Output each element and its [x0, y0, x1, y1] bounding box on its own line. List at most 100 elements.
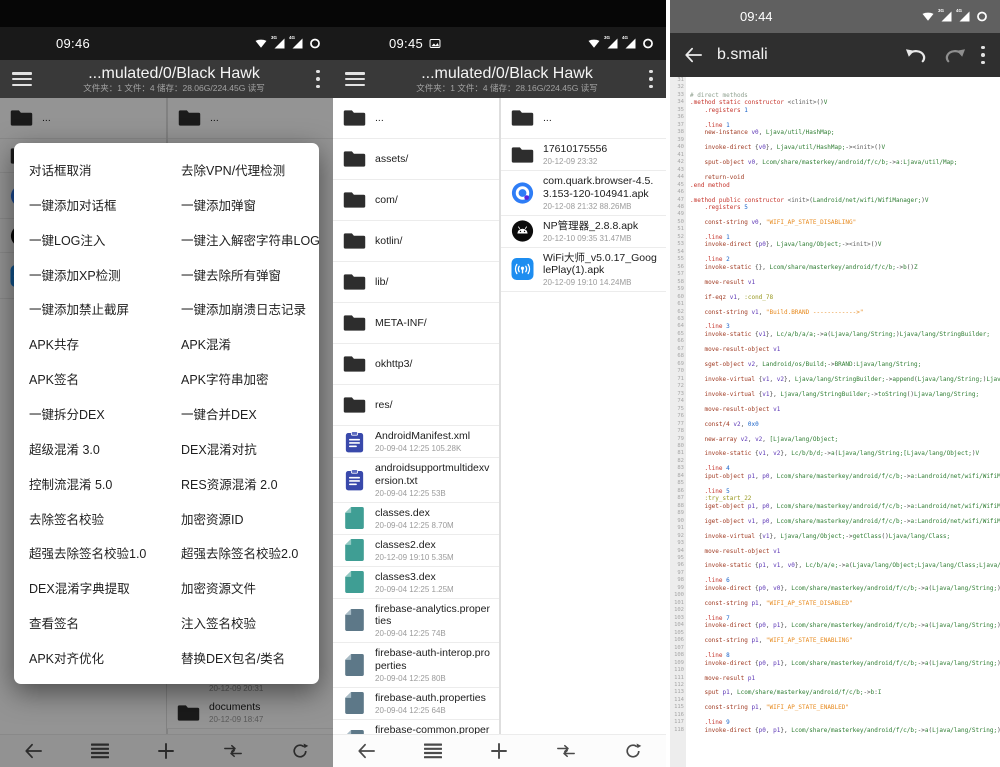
menu-item[interactable]: 一键去除所有弹窗 — [181, 257, 319, 292]
code-line — [690, 316, 1000, 323]
code-line: if-eqz v1, :cond_78 — [690, 294, 1000, 301]
back-arrow-icon[interactable] — [684, 47, 702, 63]
status-bar: 09:46 3G4G — [0, 27, 333, 60]
folder-icon — [341, 107, 367, 129]
menu-item[interactable]: 一键添加弹窗 — [181, 187, 319, 222]
file-row[interactable]: 1761017555620-12-09 23:32 — [501, 139, 666, 171]
code-line: iget-object v1, p0, Lcom/share/masterkey… — [690, 518, 1000, 525]
line-number: 37 — [670, 122, 684, 129]
menu-item[interactable]: 一键添加禁止截屏 — [29, 291, 181, 326]
file-row[interactable]: NP管理器_2.8.8.apk20-12-10 09:35 31.47MB — [501, 216, 666, 248]
code-line: .line 1 — [690, 234, 1000, 241]
refresh-icon[interactable] — [611, 735, 655, 767]
menu-item[interactable]: 超强去除签名校验2.0 — [181, 535, 319, 570]
menu-item[interactable]: DEX混淆对抗 — [181, 431, 319, 466]
line-number: 88 — [670, 503, 684, 510]
file-row[interactable]: AndroidManifest.xml20-09-04 12:25 105.28… — [333, 426, 499, 458]
menu-item[interactable]: 一键注入解密字符串LOG — [181, 222, 319, 257]
file-row[interactable]: assets/ — [333, 139, 499, 180]
menu-item[interactable]: 去除VPN/代理检测 — [181, 152, 319, 187]
menu-item[interactable]: 超强去除签名校验1.0 — [29, 535, 181, 570]
code-line: move-result-object v1 — [690, 406, 1000, 413]
menu-item[interactable]: 一键添加对话框 — [29, 187, 181, 222]
file-row[interactable]: firebase-auth-interop.properties20-09-04… — [333, 643, 499, 688]
code-text: # direct methods.method static construct… — [686, 77, 1000, 767]
menu-item[interactable]: 超级混淆 3.0 — [29, 431, 181, 466]
file-row[interactable]: classes3.dex20-09-04 12:25 1.25M — [333, 567, 499, 599]
file-name: okhttp3/ — [375, 358, 491, 371]
wifi-icon — [922, 11, 934, 22]
menu-item[interactable]: 注入签名校验 — [181, 605, 319, 640]
data-saver-icon — [976, 11, 988, 22]
file-row[interactable]: META-INF/ — [333, 303, 499, 344]
file-row[interactable]: classes2.dex20-12-09 19:10 5.35M — [333, 535, 499, 567]
switch-window-icon[interactable] — [544, 735, 588, 767]
menu-item[interactable]: 对话框取消 — [29, 152, 181, 187]
menu-item[interactable]: 控制流混淆 5.0 — [29, 466, 181, 501]
overflow-menu-icon[interactable] — [649, 70, 654, 89]
line-number: 70 — [670, 368, 684, 375]
code-line: invoke-direct {p0, p1}, Lcom/share/maste… — [690, 727, 1000, 734]
line-number: 57 — [670, 271, 684, 278]
menu-item[interactable]: 加密资源文件 — [181, 570, 319, 605]
hamburger-menu-icon[interactable] — [12, 72, 32, 86]
file-row[interactable]: androidsupportmultidexversion.txt20-09-0… — [333, 458, 499, 503]
menu-item[interactable]: DEX混淆字典提取 — [29, 570, 181, 605]
file-row[interactable]: firebase-common.properties20-09-04 12:25… — [333, 720, 499, 736]
file-row[interactable]: okhttp3/ — [333, 344, 499, 385]
back-icon[interactable] — [344, 735, 388, 767]
overflow-menu-icon[interactable] — [981, 46, 986, 65]
file-row[interactable]: kotlin/ — [333, 221, 499, 262]
undo-icon[interactable] — [905, 48, 928, 63]
file-row[interactable]: ... — [501, 98, 666, 139]
menu-item[interactable]: 一键合并DEX — [181, 396, 319, 431]
menu-item[interactable]: APK签名 — [29, 361, 181, 396]
code-line: const-string p1, "WIFI_AP_STATE_ENABLING… — [690, 637, 1000, 644]
editor-toolbar: b.smali — [670, 33, 1000, 77]
redo-icon[interactable] — [943, 48, 966, 63]
menu-item[interactable]: APK字符串加密 — [181, 361, 319, 396]
file-row[interactable]: ... — [333, 98, 499, 139]
line-number: 56 — [670, 264, 684, 271]
menu-item[interactable]: RES资源混淆 2.0 — [181, 466, 319, 501]
line-number: 111 — [670, 675, 684, 682]
file-row[interactable]: WiFi大师_v5.0.17_GooglePlay(1).apk20-12-09… — [501, 248, 666, 293]
line-number: 109 — [670, 660, 684, 667]
current-path: ...mulated/0/Black Hawk — [371, 65, 643, 83]
menu-item[interactable]: 替换DEX包名/类名 — [181, 640, 319, 675]
file-name: kotlin/ — [375, 235, 491, 248]
menu-item[interactable]: APK混淆 — [181, 326, 319, 361]
menu-item[interactable]: 加密资源ID — [181, 501, 319, 536]
wifi-icon — [255, 38, 267, 49]
menu-item[interactable]: 一键拆分DEX — [29, 396, 181, 431]
list-menu-icon[interactable] — [411, 735, 455, 767]
code-line — [690, 682, 1000, 689]
menu-item[interactable]: APK对齐优化 — [29, 640, 181, 675]
file-row[interactable]: res/ — [333, 385, 499, 426]
file-row[interactable]: lib/ — [333, 262, 499, 303]
file-row[interactable]: firebase-auth.properties20-09-04 12:25 6… — [333, 688, 499, 720]
file-row[interactable]: com.quark.browser-4.5.3.153-120-104941.a… — [501, 171, 666, 216]
signal-3g-icon: 3G — [273, 38, 285, 49]
line-number: 103 — [670, 615, 684, 622]
file-row[interactable]: firebase-analytics.properties20-09-04 12… — [333, 599, 499, 644]
code-line: .line 2 — [690, 256, 1000, 263]
file-row[interactable]: classes.dex20-09-04 12:25 8.70M — [333, 503, 499, 535]
menu-item[interactable]: APK共存 — [29, 326, 181, 361]
code-editor-area[interactable]: 3132333435363738394041424344454647484950… — [670, 77, 1000, 767]
top-black-strip — [0, 0, 333, 27]
hamburger-menu-icon[interactable] — [345, 72, 365, 86]
line-number: 31 — [670, 77, 684, 84]
code-line — [690, 77, 1000, 84]
line-number: 92 — [670, 533, 684, 540]
menu-item[interactable]: 一键添加崩溃日志记录 — [181, 291, 319, 326]
menu-item[interactable]: 一键添加XP检测 — [29, 257, 181, 292]
add-icon[interactable] — [477, 735, 521, 767]
menu-item[interactable]: 一键LOG注入 — [29, 222, 181, 257]
overflow-menu-icon[interactable] — [316, 70, 321, 89]
file-name: classes2.dex — [375, 539, 491, 552]
file-row[interactable]: com/ — [333, 180, 499, 221]
status-time: 09:46 — [56, 36, 90, 51]
menu-item[interactable]: 去除签名校验 — [29, 501, 181, 536]
menu-item[interactable]: 查看签名 — [29, 605, 181, 640]
